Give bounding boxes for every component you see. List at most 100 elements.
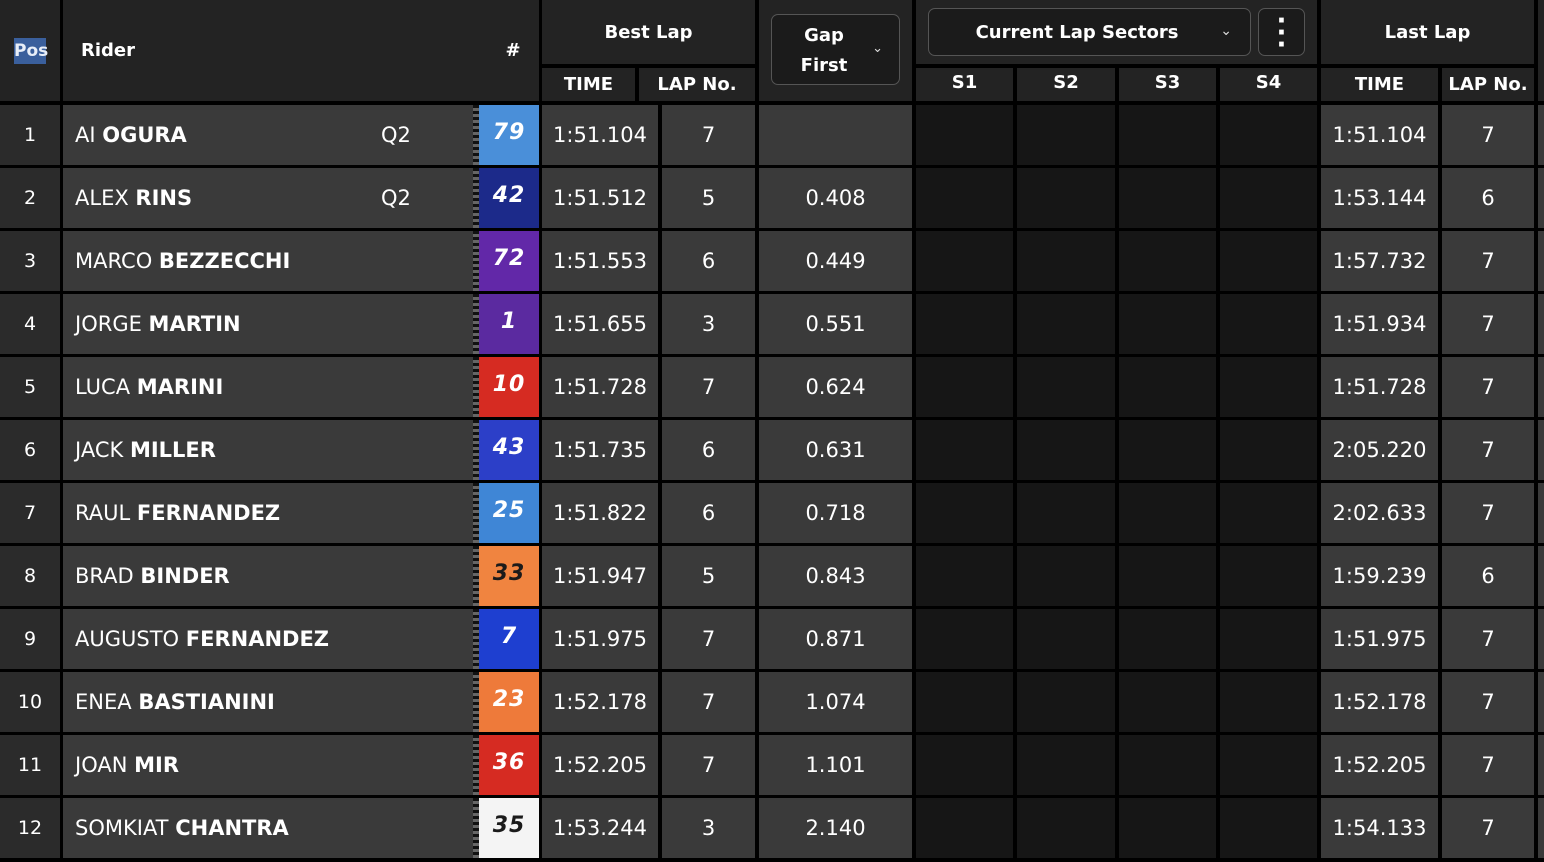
table-row[interactable]: 11 JOAN MIR 36 1:52.205 7 1.101 1:52.205…: [0, 735, 1544, 795]
rider-cell[interactable]: JACK MILLER: [63, 420, 473, 480]
rider-cell[interactable]: JORGE MARTIN: [63, 294, 473, 354]
rider-name: AI OGURA: [75, 123, 187, 147]
rider-cell[interactable]: AI OGURA Q2: [63, 105, 473, 165]
s2-header[interactable]: S2: [1017, 72, 1115, 93]
last-lap-time-cell: 1:51.934: [1321, 294, 1438, 354]
sector-3-cell: [1119, 483, 1216, 543]
last-lap-time-cell: 2:05.220: [1321, 420, 1438, 480]
row-edge: [1538, 168, 1544, 228]
last-lap-number-cell: 6: [1442, 168, 1534, 228]
sector-2-cell: [1017, 735, 1115, 795]
table-row[interactable]: 8 BRAD BINDER 33 1:51.947 5 0.843 1:59.2…: [0, 546, 1544, 606]
rider-number-badge: 72: [479, 231, 539, 291]
table-row[interactable]: 5 LUCA MARINI 10 1:51.728 7 0.624 1:51.7…: [0, 357, 1544, 417]
rider-number-badge: 36: [479, 735, 539, 795]
last-lapno-header[interactable]: LAP No.: [1442, 74, 1534, 95]
last-time-header[interactable]: TIME: [1321, 74, 1438, 95]
last-lap-time-cell: 1:53.144: [1321, 168, 1438, 228]
best-time-header[interactable]: TIME: [542, 74, 635, 95]
sector-1-cell: [916, 672, 1013, 732]
s4-header[interactable]: S4: [1220, 72, 1317, 93]
table-row[interactable]: 2 ALEX RINS Q2 42 1:51.512 5 0.408 1:53.…: [0, 168, 1544, 228]
sector-4-cell: [1220, 231, 1317, 291]
gap-first-dropdown[interactable]: Gap First ⌄: [771, 14, 900, 85]
last-lap-time-cell: 1:59.239: [1321, 546, 1438, 606]
row-edge: [1538, 231, 1544, 291]
s3-header[interactable]: S3: [1119, 72, 1216, 93]
best-lap-time-cell: 1:51.728: [542, 357, 658, 417]
rider-name: JORGE MARTIN: [75, 312, 241, 336]
sector-2-cell: [1017, 672, 1115, 732]
last-lap-number-cell: 7: [1442, 735, 1534, 795]
row-edge: [1538, 420, 1544, 480]
table-row[interactable]: 9 AUGUSTO FERNANDEZ 7 1:51.975 7 0.871 1…: [0, 609, 1544, 669]
best-lap-time-cell: 1:51.822: [542, 483, 658, 543]
first-label: First: [800, 55, 848, 76]
last-lap-time-cell: 1:51.728: [1321, 357, 1438, 417]
rider-cell[interactable]: LUCA MARINI: [63, 357, 473, 417]
sector-1-cell: [916, 609, 1013, 669]
pos-header[interactable]: Pos: [14, 38, 48, 64]
sector-2-cell: [1017, 231, 1115, 291]
rider-number-badge: 23: [479, 672, 539, 732]
sector-2-cell: [1017, 420, 1115, 480]
sector-2-cell: [1017, 798, 1115, 858]
rider-number-badge: 43: [479, 420, 539, 480]
best-lap-time-cell: 1:51.947: [542, 546, 658, 606]
row-edge: [1538, 483, 1544, 543]
row-edge: [1538, 105, 1544, 165]
sector-4-cell: [1220, 420, 1317, 480]
last-lap-number-cell: 7: [1442, 609, 1534, 669]
position-cell: 7: [0, 483, 60, 543]
best-lap-time-cell: 1:52.205: [542, 735, 658, 795]
table-row[interactable]: 6 JACK MILLER 43 1:51.735 6 0.631 2:05.2…: [0, 420, 1544, 480]
rider-cell[interactable]: AUGUSTO FERNANDEZ: [63, 609, 473, 669]
sector-1-cell: [916, 105, 1013, 165]
rider-cell[interactable]: MARCO BEZZECCHI: [63, 231, 473, 291]
chevron-down-icon: ⌄: [872, 41, 883, 56]
best-lap-time-cell: 1:51.655: [542, 294, 658, 354]
rider-number-badge: 35: [479, 798, 539, 858]
sector-4-cell: [1220, 168, 1317, 228]
row-edge: [1538, 609, 1544, 669]
best-lap-time-cell: 1:53.244: [542, 798, 658, 858]
best-lap-time-cell: 1:51.104: [542, 105, 658, 165]
row-edge: [1538, 735, 1544, 795]
gap-first-cell: 0.408: [759, 168, 912, 228]
timing-board: Pos Rider # Best Lap TIME LAP No. Gap Fi…: [0, 0, 1544, 862]
rider-number-badge: 1: [479, 294, 539, 354]
row-edge: [1538, 672, 1544, 732]
sector-1-cell: [916, 483, 1013, 543]
best-lapno-header[interactable]: LAP No.: [639, 74, 755, 95]
rider-cell[interactable]: JOAN MIR: [63, 735, 473, 795]
rider-name: JOAN MIR: [75, 753, 180, 777]
number-header[interactable]: #: [503, 40, 523, 61]
sector-4-cell: [1220, 546, 1317, 606]
table-row[interactable]: 3 MARCO BEZZECCHI 72 1:51.553 6 0.449 1:…: [0, 231, 1544, 291]
table-row[interactable]: 4 JORGE MARTIN 1 1:51.655 3 0.551 1:51.9…: [0, 294, 1544, 354]
row-edge: [1538, 357, 1544, 417]
rider-cell[interactable]: RAUL FERNANDEZ: [63, 483, 473, 543]
rider-cell[interactable]: ALEX RINS Q2: [63, 168, 473, 228]
table-row[interactable]: 12 SOMKIAT CHANTRA 35 1:53.244 3 2.140 1…: [0, 798, 1544, 858]
rider-cell[interactable]: SOMKIAT CHANTRA: [63, 798, 473, 858]
best-lap-time-cell: 1:51.735: [542, 420, 658, 480]
current-lap-sectors-dropdown[interactable]: Current Lap Sectors ⌄: [928, 8, 1251, 56]
s1-header[interactable]: S1: [916, 72, 1013, 93]
table-row[interactable]: 7 RAUL FERNANDEZ 25 1:51.822 6 0.718 2:0…: [0, 483, 1544, 543]
position-cell: 3: [0, 231, 60, 291]
rider-name: LUCA MARINI: [75, 375, 224, 399]
sector-1-cell: [916, 294, 1013, 354]
position-cell: 4: [0, 294, 60, 354]
table-row[interactable]: 1 AI OGURA Q2 79 1:51.104 7 1:51.104 7: [0, 105, 1544, 165]
last-lap-time-cell: 1:51.975: [1321, 609, 1438, 669]
rider-cell[interactable]: ENEA BASTIANINI: [63, 672, 473, 732]
sector-1-cell: [916, 420, 1013, 480]
rider-header[interactable]: Rider: [81, 40, 135, 61]
rider-cell[interactable]: BRAD BINDER: [63, 546, 473, 606]
best-lap-time-cell: 1:51.975: [542, 609, 658, 669]
more-options-button[interactable]: · · ·: [1258, 8, 1305, 58]
sector-3-cell: [1119, 546, 1216, 606]
position-cell: 2: [0, 168, 60, 228]
table-row[interactable]: 10 ENEA BASTIANINI 23 1:52.178 7 1.074 1…: [0, 672, 1544, 732]
